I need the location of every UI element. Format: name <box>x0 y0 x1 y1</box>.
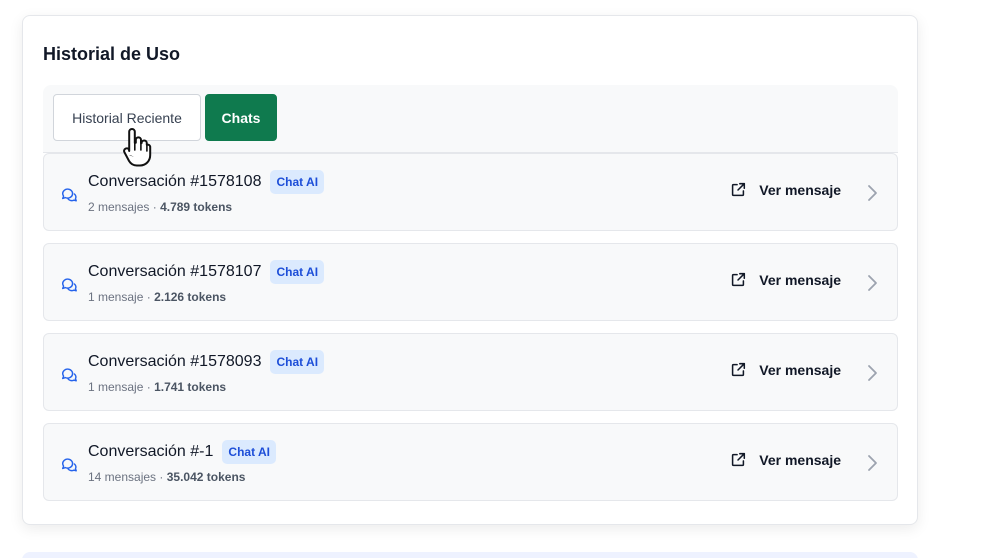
view-message-button[interactable]: Ver mensaje <box>729 361 841 379</box>
usage-history-card: Historial de Uso Historial Reciente Chat… <box>22 15 918 525</box>
tabs-bar: Historial Reciente Chats <box>43 85 898 153</box>
conversation-meta: 1 mensaje · 2.126 tokens <box>88 290 226 304</box>
meta-separator: · <box>159 470 164 484</box>
conversation-meta: 14 mensajes · 35.042 tokens <box>88 470 245 484</box>
conversation-meta: 1 mensaje · 1.741 tokens <box>88 380 226 394</box>
conversation-row[interactable]: Conversación #-1 Chat AI 14 mensajes · 3… <box>43 423 898 501</box>
chat-bubbles-icon <box>61 278 77 292</box>
external-link-icon <box>732 362 746 377</box>
card-title: Historial de Uso <box>43 44 181 64</box>
message-count: 2 mensajes <box>88 200 150 214</box>
view-message-label: Ver mensaje <box>759 182 841 198</box>
conversation-title-row: Conversación #-1 Chat AI <box>88 440 276 464</box>
conversation-title-row: Conversación #1578107 Chat AI <box>88 260 325 284</box>
meta-separator: · <box>146 290 151 304</box>
token-count: 35.042 tokens <box>166 470 246 484</box>
conversation-row[interactable]: Conversación #1578108 Chat AI 2 mensajes… <box>43 153 898 231</box>
chat-bubbles-icon <box>61 458 77 472</box>
chat-ai-badge: Chat AI <box>270 260 325 284</box>
conversation-meta: 2 mensajes · 4.789 tokens <box>88 200 232 214</box>
view-message-button[interactable]: Ver mensaje <box>729 181 841 199</box>
tab-chats[interactable]: Chats <box>205 94 277 141</box>
chat-ai-badge: Chat AI <box>270 350 325 374</box>
message-count: 1 mensaje <box>88 380 144 394</box>
conversation-title: Conversación #1578093 <box>88 353 262 370</box>
token-count: 2.126 tokens <box>154 290 227 304</box>
chevron-right-icon[interactable] <box>865 273 879 293</box>
chat-bubbles-icon <box>61 368 77 382</box>
external-link-icon <box>732 182 746 197</box>
token-count: 4.789 tokens <box>160 200 233 214</box>
conversation-title-row: Conversación #1578093 Chat AI <box>88 350 325 374</box>
conversation-row[interactable]: Conversación #1578107 Chat AI 1 mensaje … <box>43 243 898 321</box>
message-count: 14 mensajes <box>88 470 157 484</box>
external-link-icon <box>732 452 746 467</box>
conversation-title: Conversación #1578108 <box>88 173 262 190</box>
view-message-button[interactable]: Ver mensaje <box>729 451 841 469</box>
meta-separator: · <box>146 380 151 394</box>
conversation-title-row: Conversación #1578108 Chat AI <box>88 170 325 194</box>
chat-bubbles-icon <box>61 188 77 202</box>
chat-ai-badge: Chat AI <box>222 440 276 464</box>
view-message-label: Ver mensaje <box>759 452 841 468</box>
token-count: 1.741 tokens <box>154 380 227 394</box>
view-message-button[interactable]: Ver mensaje <box>729 271 841 289</box>
conversation-row[interactable]: Conversación #1578093 Chat AI 1 mensaje … <box>43 333 898 411</box>
meta-separator: · <box>152 200 157 214</box>
view-message-label: Ver mensaje <box>759 362 841 378</box>
external-link-icon <box>732 272 746 287</box>
conversation-title: Conversación #1578107 <box>88 263 262 280</box>
chevron-right-icon[interactable] <box>865 453 879 473</box>
message-count: 1 mensaje <box>88 290 144 304</box>
chat-ai-badge: Chat AI <box>270 170 325 194</box>
next-section-edge <box>22 552 918 558</box>
view-message-label: Ver mensaje <box>759 272 841 288</box>
chevron-right-icon[interactable] <box>865 183 879 203</box>
chevron-right-icon[interactable] <box>865 363 879 383</box>
hand-pointer-icon <box>123 128 152 167</box>
conversation-title: Conversación #-1 <box>88 443 214 460</box>
